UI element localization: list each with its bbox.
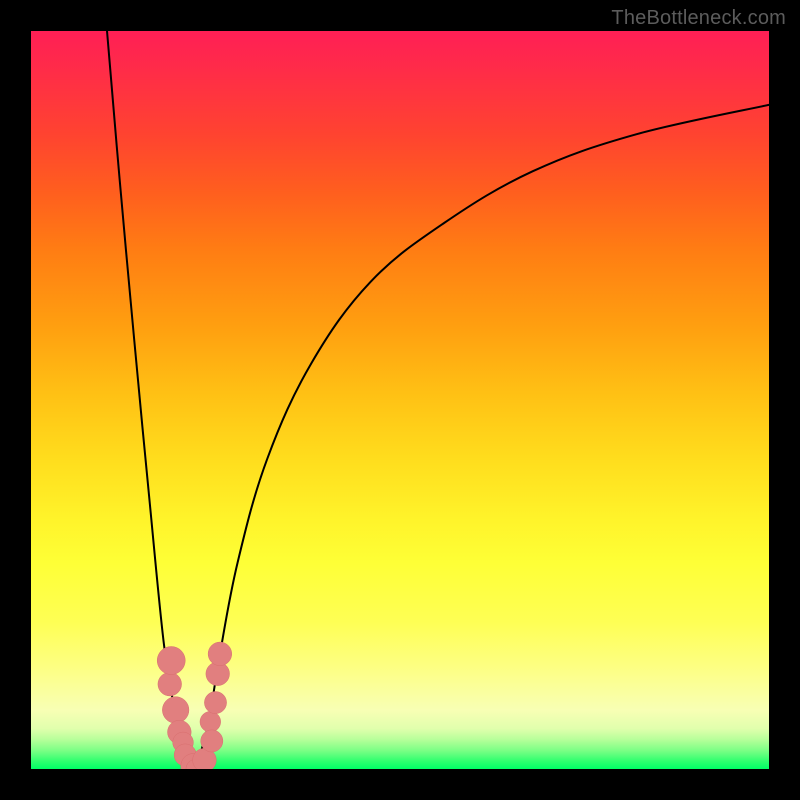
- v-curve: [107, 31, 769, 769]
- watermark-text: TheBottleneck.com: [611, 7, 786, 30]
- data-point: [200, 711, 221, 732]
- plot-area: [31, 31, 769, 769]
- curve-layer: [31, 31, 769, 769]
- data-point: [162, 697, 189, 724]
- data-points: [157, 642, 232, 769]
- data-point: [157, 646, 185, 674]
- curve-right-branch: [196, 105, 769, 769]
- chart-frame: TheBottleneck.com: [0, 0, 800, 800]
- data-point: [204, 692, 226, 714]
- data-point: [208, 642, 232, 666]
- data-point: [201, 730, 223, 752]
- data-point: [158, 672, 182, 696]
